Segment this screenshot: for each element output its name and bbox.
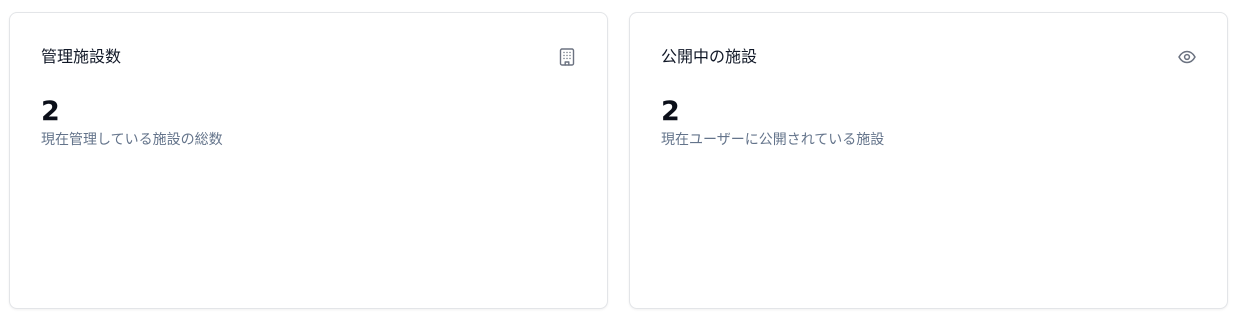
stat-card-value: 2: [661, 96, 680, 127]
stat-card-header: 管理施設数: [41, 46, 576, 68]
stat-card-description: 現在管理している施設の総数: [41, 132, 223, 148]
stat-card-managed-facilities: 管理施設数 2 現在管理している施設の総数: [9, 12, 608, 309]
stat-card-title: 管理施設数: [41, 47, 122, 66]
eye-icon: [1178, 48, 1196, 66]
stats-card-grid: 管理施設数 2 現在管理している施設の総数 公開中の施設 2 現在ユーザーに公開…: [0, 0, 1235, 317]
stat-card-published-facilities: 公開中の施設 2 現在ユーザーに公開されている施設: [629, 12, 1228, 309]
stat-card-value: 2: [41, 96, 60, 127]
building-icon: [558, 48, 576, 66]
stat-card-description: 現在ユーザーに公開されている施設: [661, 132, 885, 148]
stat-card-title: 公開中の施設: [661, 47, 758, 66]
stat-card-header: 公開中の施設: [661, 46, 1196, 68]
